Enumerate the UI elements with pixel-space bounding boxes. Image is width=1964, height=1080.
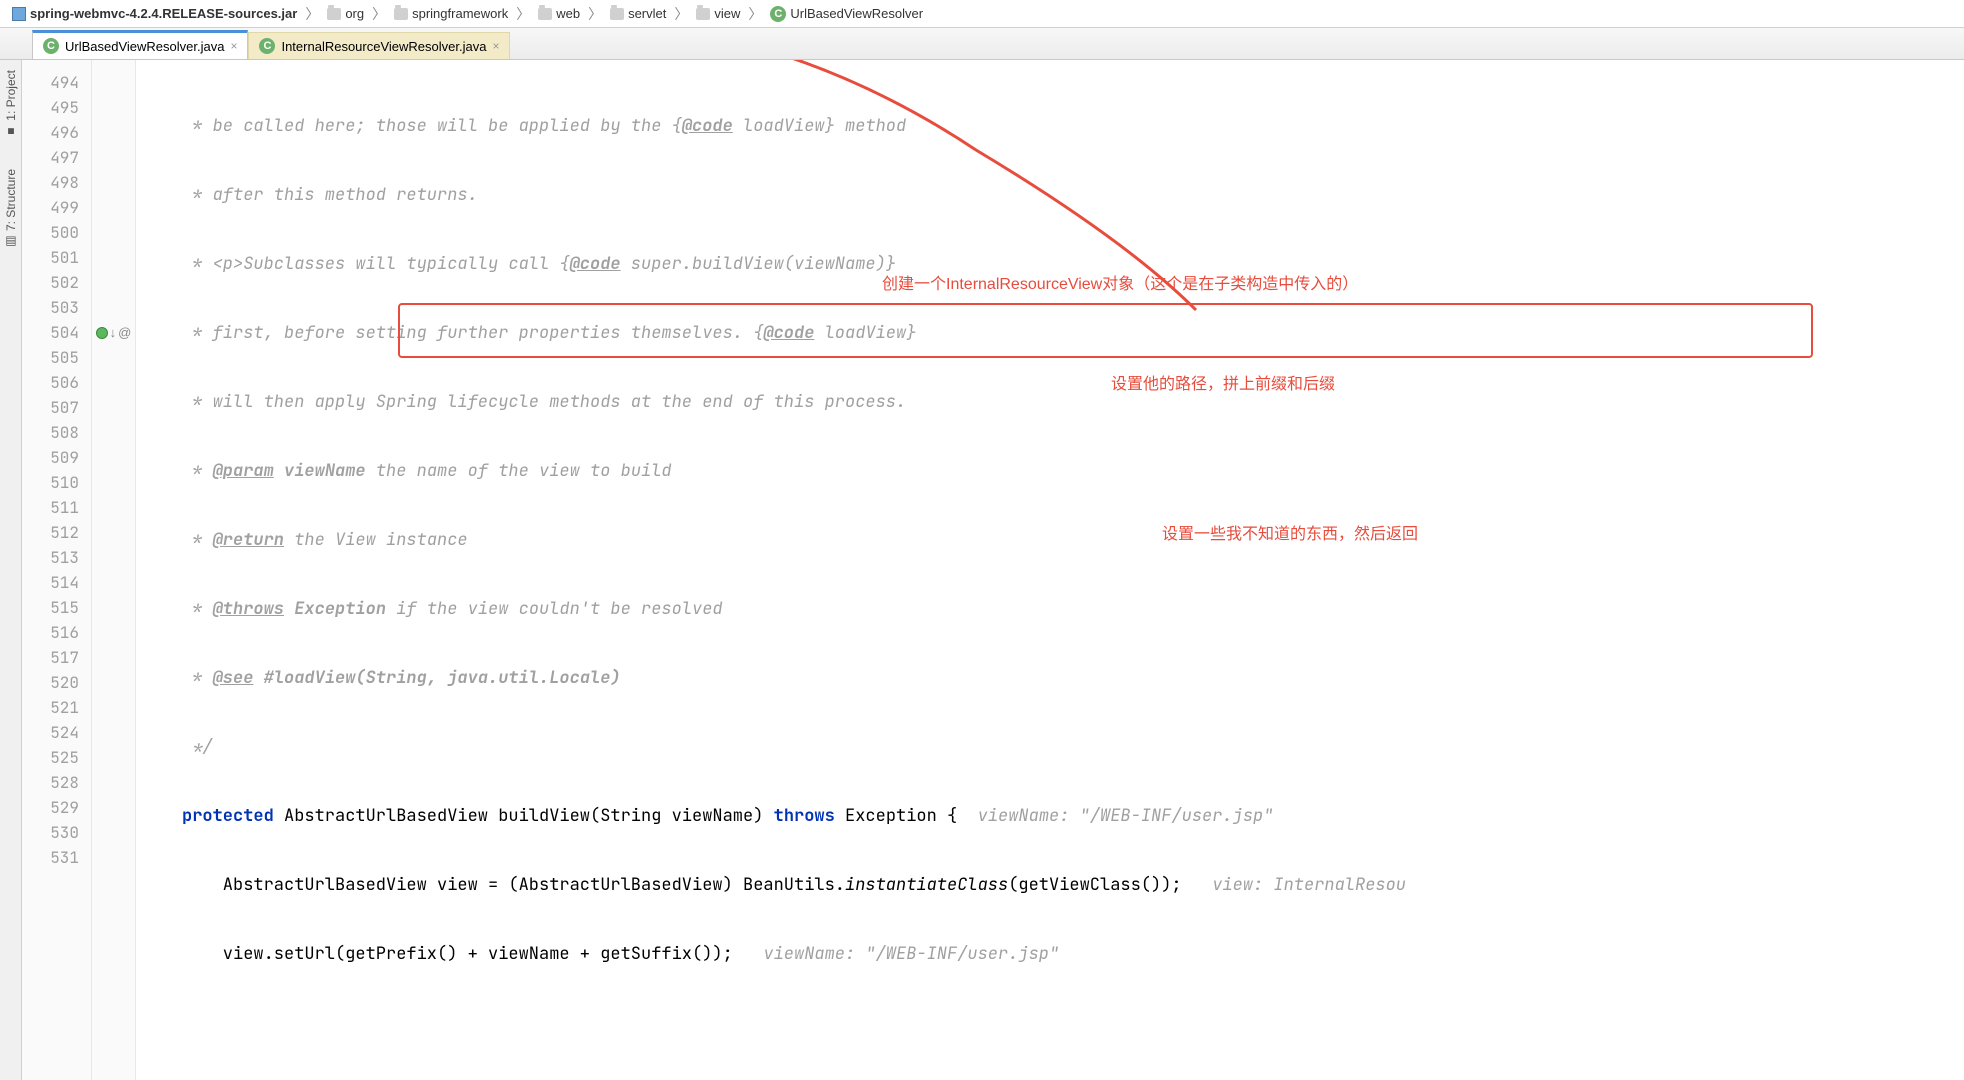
close-icon[interactable]: × xyxy=(492,39,499,53)
chevron-right-icon: 〉 xyxy=(748,4,762,24)
line-number: 515 xyxy=(22,595,91,620)
tool-project[interactable]: ■1: Project xyxy=(4,70,18,139)
gutter-icons: ↓@ xyxy=(92,60,136,1080)
line-number: 499 xyxy=(22,195,91,220)
at-icon: @ xyxy=(118,325,131,340)
line-number: 494 xyxy=(22,70,91,95)
tool-window-bar: ■1: Project ▤7: Structure xyxy=(0,60,22,1080)
folder-icon xyxy=(696,8,710,20)
chevron-right-icon: 〉 xyxy=(305,4,319,24)
breadcrumb-item-servlet[interactable]: servlet xyxy=(606,4,670,23)
editor-tabs: C UrlBasedViewResolver.java × C Internal… xyxy=(0,28,1964,60)
code-line: * <p>Subclasses will typically call {@co… xyxy=(136,252,1964,277)
breadcrumb-item-class[interactable]: CUrlBasedViewResolver xyxy=(766,4,927,24)
code-line: * be called here; those will be applied … xyxy=(136,114,1964,139)
main-area: ■1: Project ▤7: Structure 494 495 496 49… xyxy=(0,60,1964,1080)
code-line: */ xyxy=(136,735,1964,760)
line-number: 504 xyxy=(22,320,91,345)
line-number: 500 xyxy=(22,220,91,245)
line-number: 511 xyxy=(22,495,91,520)
folder-icon xyxy=(327,8,341,20)
editor-content[interactable]: * be called here; those will be applied … xyxy=(136,60,1964,1080)
line-number: 506 xyxy=(22,370,91,395)
code-line: view.setUrl(getPrefix() + viewName + get… xyxy=(136,942,1964,967)
chevron-right-icon: 〉 xyxy=(674,4,688,24)
chevron-right-icon: 〉 xyxy=(372,4,386,24)
jar-icon xyxy=(12,7,26,21)
line-number: 512 xyxy=(22,520,91,545)
code-line xyxy=(136,1011,1964,1036)
code-line: * @param viewName the name of the view t… xyxy=(136,459,1964,484)
line-number: 516 xyxy=(22,620,91,645)
tab-label: UrlBasedViewResolver.java xyxy=(65,39,224,54)
code-line: * will then apply Spring lifecycle metho… xyxy=(136,390,1964,415)
line-number: 496 xyxy=(22,120,91,145)
line-number: 513 xyxy=(22,545,91,570)
class-icon: C xyxy=(770,6,786,22)
folder-icon xyxy=(394,8,408,20)
breadcrumb-item-org[interactable]: org xyxy=(323,4,368,23)
code-line: * @see #loadView(String, java.util.Local… xyxy=(136,666,1964,691)
line-number: 503 xyxy=(22,295,91,320)
implements-icon: ↓ xyxy=(110,325,117,340)
line-number: 508 xyxy=(22,420,91,445)
chevron-right-icon: 〉 xyxy=(516,4,530,24)
line-number: 514 xyxy=(22,570,91,595)
line-number: 510 xyxy=(22,470,91,495)
line-number: 525 xyxy=(22,745,91,770)
line-number: 529 xyxy=(22,795,91,820)
breadcrumb: spring-webmvc-4.2.4.RELEASE-sources.jar … xyxy=(0,0,1964,28)
code-line: * after this method returns. xyxy=(136,183,1964,208)
code-line: * @throws Exception if the view couldn't… xyxy=(136,597,1964,622)
line-number: 528 xyxy=(22,770,91,795)
line-number-gutter[interactable]: 494 495 496 497 498 499 500 501 502 503 … xyxy=(22,60,92,1080)
line-number: 505 xyxy=(22,345,91,370)
line-number: 495 xyxy=(22,95,91,120)
close-icon[interactable]: × xyxy=(230,39,237,53)
line-number: 507 xyxy=(22,395,91,420)
code-line: * @return the View instance xyxy=(136,528,1964,553)
class-icon: C xyxy=(43,38,59,54)
folder-icon xyxy=(610,8,624,20)
code-line: * first, before setting further properti… xyxy=(136,321,1964,346)
code-line: AbstractUrlBasedView view = (AbstractUrl… xyxy=(136,873,1964,898)
line-number: 497 xyxy=(22,145,91,170)
line-number: 509 xyxy=(22,445,91,470)
code-line: protected AbstractUrlBasedView buildView… xyxy=(136,804,1964,829)
breadcrumb-item-view[interactable]: view xyxy=(692,4,744,23)
breadcrumb-item-springframework[interactable]: springframework xyxy=(390,4,512,23)
tab-internalresourceviewresolver[interactable]: C InternalResourceViewResolver.java × xyxy=(248,32,510,59)
folder-icon xyxy=(538,8,552,20)
override-marker[interactable]: ↓@ xyxy=(92,320,135,345)
line-number: 517 xyxy=(22,645,91,670)
line-number: 524 xyxy=(22,720,91,745)
tab-urlbasedviewresolver[interactable]: C UrlBasedViewResolver.java × xyxy=(32,30,248,59)
chevron-right-icon: 〉 xyxy=(588,4,602,24)
line-number: 502 xyxy=(22,270,91,295)
line-number: 531 xyxy=(22,845,91,870)
line-number: 521 xyxy=(22,695,91,720)
override-icon xyxy=(96,327,108,339)
tool-structure[interactable]: ▤7: Structure xyxy=(4,169,18,249)
line-number: 498 xyxy=(22,170,91,195)
line-number: 501 xyxy=(22,245,91,270)
tab-label: InternalResourceViewResolver.java xyxy=(281,39,486,54)
breadcrumb-item-web[interactable]: web xyxy=(534,4,584,23)
line-number: 530 xyxy=(22,820,91,845)
class-icon: C xyxy=(259,38,275,54)
breadcrumb-item-jar[interactable]: spring-webmvc-4.2.4.RELEASE-sources.jar xyxy=(8,4,301,23)
line-number: 520 xyxy=(22,670,91,695)
